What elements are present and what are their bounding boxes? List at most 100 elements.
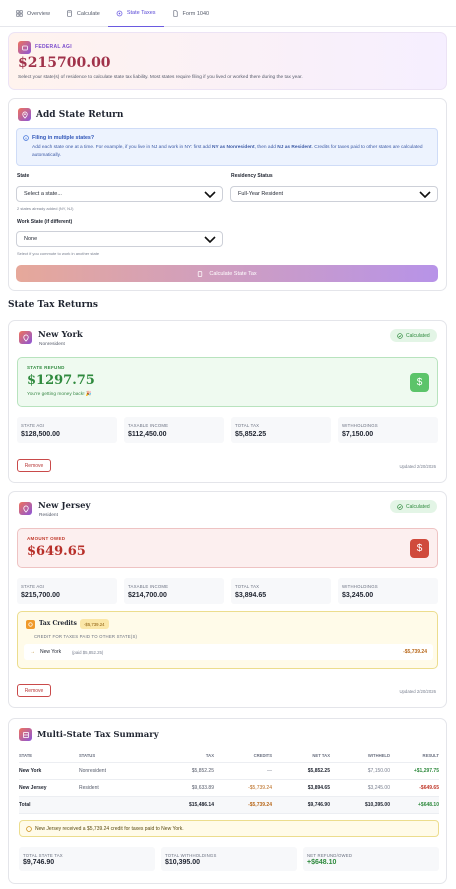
nj-stat-tax: TOTAL TAX $3,894.65 bbox=[231, 578, 331, 604]
dollar-icon bbox=[18, 41, 31, 54]
cell-status: Nonresident bbox=[79, 762, 164, 780]
check-circle-icon bbox=[397, 503, 403, 510]
info-title: Filing in multiple states? bbox=[32, 135, 95, 141]
map-pin-icon bbox=[19, 331, 32, 344]
tab-calculate[interactable]: Calculate bbox=[58, 0, 108, 27]
stat-label: TOTAL TAX bbox=[235, 423, 260, 428]
table-row: New York Nonresident $5,852.25 — $5,852.… bbox=[19, 762, 439, 780]
info-text-part: Add each state one at a time. For exampl… bbox=[32, 145, 212, 150]
cell-credits: -$5,739.24 bbox=[214, 796, 272, 814]
nj-tax-credits-box: Tax Credits -$5,739.24 CREDIT FOR TAXES … bbox=[17, 611, 438, 669]
credits-title: Tax Credits bbox=[39, 620, 77, 627]
table-row-total: Total $15,486.14 -$5,739.24 $9,746.90 $1… bbox=[19, 796, 439, 814]
stat-value: $9,746.90 bbox=[23, 859, 55, 866]
ny-updated: Updated 2/20/2026 bbox=[399, 464, 436, 469]
credit-item-paid: (paid $5,852.25) bbox=[72, 649, 104, 655]
state-help: 2 states already added (NY, NJ) bbox=[17, 206, 74, 211]
col-state: STATE bbox=[19, 749, 79, 763]
nj-stat-agi: STATE AGI $215,700.00 bbox=[17, 578, 117, 604]
tab-state-taxes[interactable]: State Taxes bbox=[107, 0, 164, 27]
tab-label: Form 1040 bbox=[182, 10, 210, 17]
info-text-part: , then add bbox=[254, 145, 278, 150]
badge-label: Calculated bbox=[406, 332, 430, 339]
summary-header-row: STATE STATUS TAX CREDITS NET TAX WITHHEL… bbox=[19, 749, 439, 763]
cell-result: -$649.65 bbox=[390, 779, 439, 797]
nj-status-badge: Calculated bbox=[390, 500, 437, 513]
cell-withheld: $7,150.00 bbox=[330, 762, 390, 780]
check-circle-icon bbox=[397, 332, 403, 339]
nj-return-card: New Jersey Resident Calculated AMOUNT OW… bbox=[8, 491, 447, 708]
col-tax: TAX bbox=[164, 749, 214, 763]
table-row: New Jersey Resident $9,633.89 -$5,739.24… bbox=[19, 779, 439, 797]
cell-state: New Jersey bbox=[19, 779, 79, 797]
credit-item-value: -$5,739.24 bbox=[403, 649, 427, 655]
cell-status bbox=[79, 796, 164, 814]
work-state-help: Select if you commute to work in another… bbox=[17, 251, 100, 256]
refund-dollar-icon: $ bbox=[410, 373, 429, 392]
badge-label: Calculated bbox=[406, 503, 430, 510]
stat-value: $3,894.65 bbox=[235, 592, 267, 599]
stat-label: TOTAL WITHHOLDINGS bbox=[165, 853, 217, 858]
state-select-value: Select a state... bbox=[24, 191, 62, 197]
stat-label: TOTAL TAX bbox=[235, 584, 260, 589]
state-select[interactable]: Select a state... bbox=[16, 186, 223, 202]
ny-stat-taxable: TAXABLE INCOME $112,450.00 bbox=[124, 417, 224, 443]
credit-item-state: New York bbox=[40, 649, 62, 655]
nj-remove-button[interactable]: Remove bbox=[17, 684, 51, 697]
work-state-select-value: None bbox=[24, 236, 38, 242]
cell-net: $5,852.25 bbox=[272, 762, 330, 780]
work-state-select[interactable]: None bbox=[16, 231, 223, 247]
nj-stat-withholdings: WITHHOLDINGS $3,245.00 bbox=[338, 578, 438, 604]
ny-stat-withholdings: WITHHOLDINGS $7,150.00 bbox=[338, 417, 438, 443]
map-pin-icon bbox=[18, 108, 31, 121]
cell-tax: $15,486.14 bbox=[164, 796, 214, 814]
credit-note-text: New Jersey received a $5,739.24 credit f… bbox=[35, 826, 184, 832]
stat-value: $5,852.25 bbox=[235, 431, 267, 438]
cell-withheld: $3,245.00 bbox=[330, 779, 390, 797]
nj-result-value: $649.65 bbox=[27, 544, 86, 559]
ny-result-label: STATE REFUND bbox=[27, 365, 65, 370]
credits-chip: -$5,739.24 bbox=[80, 619, 109, 629]
pin-icon bbox=[116, 10, 123, 16]
cell-tax: $9,633.89 bbox=[164, 779, 214, 797]
credit-icon bbox=[26, 620, 35, 629]
agi-description: Select your state(s) of residence to cal… bbox=[18, 75, 303, 80]
stat-label: WITHHOLDINGS bbox=[342, 584, 378, 589]
cell-state: Total bbox=[19, 796, 79, 814]
cell-credits: -$5,739.24 bbox=[214, 779, 272, 797]
document-icon bbox=[172, 10, 178, 17]
credits-sub: CREDIT FOR TAXES PAID TO OTHER STATE(S) bbox=[34, 634, 138, 639]
ny-result-note: You're getting money back! 🎉 bbox=[27, 392, 92, 397]
info-text: Add each state one at a time. For exampl… bbox=[32, 144, 432, 159]
net-refund-owed: NET REFUND/OWED +$648.10 bbox=[303, 847, 439, 871]
stat-label: STATE AGI bbox=[21, 423, 45, 428]
tab-bar: Overview Calculate State Taxes Form 1040 bbox=[0, 0, 456, 27]
ny-status: Nonresident bbox=[39, 342, 65, 347]
stat-label: TAXABLE INCOME bbox=[128, 423, 169, 428]
tab-overview[interactable]: Overview bbox=[8, 0, 58, 27]
calculate-button-label: Calculate State Tax bbox=[209, 270, 257, 277]
stat-value: $128,500.00 bbox=[21, 431, 60, 438]
chevron-down-icon bbox=[204, 236, 216, 243]
stat-label: STATE AGI bbox=[21, 584, 45, 589]
credit-item: → New York (paid $5,852.25) -$5,739.24 bbox=[24, 644, 433, 660]
chevron-down-icon bbox=[204, 191, 216, 198]
ny-stat-tax: TOTAL TAX $5,852.25 bbox=[231, 417, 331, 443]
col-net-tax: NET TAX bbox=[272, 749, 330, 763]
map-pin-icon bbox=[19, 502, 32, 515]
residency-select[interactable]: Full-Year Resident bbox=[230, 186, 438, 202]
calculate-state-tax-button[interactable]: Calculate State Tax bbox=[16, 265, 438, 282]
stat-value: +$648.10 bbox=[307, 859, 337, 866]
summary-title: Multi-State Tax Summary bbox=[37, 730, 159, 740]
multi-state-info: Filing in multiple states? Add each stat… bbox=[16, 128, 438, 166]
ny-remove-button[interactable]: Remove bbox=[17, 459, 51, 472]
cell-status: Resident bbox=[79, 779, 164, 797]
residency-label: Residency Status bbox=[231, 173, 273, 179]
cell-credits: — bbox=[214, 762, 272, 780]
tab-label: Overview bbox=[27, 10, 50, 17]
cell-withheld: $10,395.00 bbox=[330, 796, 390, 814]
tab-form-1040[interactable]: Form 1040 bbox=[164, 0, 218, 27]
info-bold-ny: NY as Nonresident bbox=[211, 145, 255, 150]
ny-refund-box: STATE REFUND $1297.75 You're getting mon… bbox=[17, 357, 438, 407]
cell-net: $3,894.65 bbox=[272, 779, 330, 797]
